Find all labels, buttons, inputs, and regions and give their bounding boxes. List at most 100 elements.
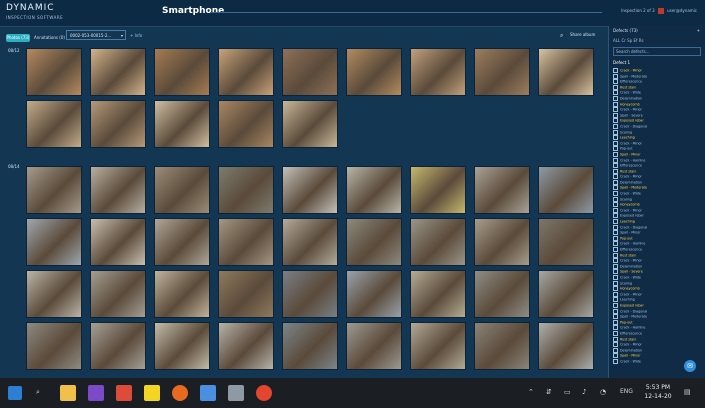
photo-thumbnail[interactable] <box>218 218 274 266</box>
photo-thumbnail[interactable] <box>410 48 466 96</box>
checkbox[interactable] <box>613 202 618 208</box>
checkbox[interactable] <box>613 219 618 225</box>
photo-thumbnail[interactable] <box>538 48 594 96</box>
chrome-icon[interactable] <box>116 385 132 401</box>
checkbox[interactable] <box>613 235 618 241</box>
photo-thumbnail[interactable] <box>474 322 530 370</box>
photo-thumbnail[interactable] <box>346 166 402 214</box>
photo-thumbnail[interactable] <box>218 100 274 148</box>
photo-thumbnail[interactable] <box>90 322 146 370</box>
alert-icon[interactable] <box>657 8 664 14</box>
checkbox[interactable] <box>613 107 618 113</box>
photo-thumbnail[interactable] <box>90 100 146 148</box>
chevron-up-icon[interactable]: ⌃ <box>528 388 534 396</box>
checkbox[interactable] <box>613 358 618 364</box>
checkbox[interactable] <box>613 230 618 236</box>
search-icon[interactable]: ⌕ <box>36 388 40 397</box>
speaker-icon[interactable]: ♪ <box>582 388 586 396</box>
photo-thumbnail[interactable] <box>282 166 338 214</box>
photo-thumbnail[interactable] <box>474 218 530 266</box>
checkbox[interactable] <box>613 319 618 325</box>
photo-thumbnail[interactable] <box>26 166 82 214</box>
add-icon[interactable]: + <box>697 28 700 33</box>
checkbox[interactable] <box>613 68 618 73</box>
battery-icon[interactable]: ▭ <box>564 388 571 396</box>
checkbox[interactable] <box>613 286 618 292</box>
checkbox[interactable] <box>613 146 618 152</box>
checkbox[interactable] <box>613 118 618 124</box>
media-icon[interactable] <box>256 385 272 401</box>
checkbox[interactable] <box>613 274 618 280</box>
photo-thumbnail[interactable] <box>26 218 82 266</box>
photo-thumbnail[interactable] <box>154 100 210 148</box>
photo-thumbnail[interactable] <box>538 166 594 214</box>
checkbox[interactable] <box>613 112 618 118</box>
checkbox[interactable] <box>613 196 618 202</box>
clock[interactable]: 5:53 PM 12-14-20 <box>640 383 676 401</box>
photo-thumbnail[interactable] <box>538 218 594 266</box>
photo-thumbnail[interactable] <box>154 322 210 370</box>
photo-thumbnail[interactable] <box>90 218 146 266</box>
checkbox[interactable] <box>613 123 618 129</box>
chat-button[interactable]: ✉ <box>684 360 696 372</box>
checkbox[interactable] <box>613 135 618 141</box>
firefox-icon[interactable] <box>172 385 188 401</box>
share-album-button[interactable]: Share album <box>570 32 595 37</box>
checkbox[interactable] <box>613 336 618 342</box>
photo-thumbnail[interactable] <box>154 48 210 96</box>
photo-thumbnail[interactable] <box>154 166 210 214</box>
photo-thumbnail[interactable] <box>154 270 210 318</box>
photo-thumbnail[interactable] <box>346 48 402 96</box>
checkbox[interactable] <box>613 179 618 185</box>
checkbox[interactable] <box>613 151 618 157</box>
checkbox[interactable] <box>613 302 618 308</box>
photo-thumbnail[interactable] <box>218 270 274 318</box>
photo-thumbnail[interactable] <box>90 48 146 96</box>
checkbox[interactable] <box>613 168 618 174</box>
photo-thumbnail[interactable] <box>218 48 274 96</box>
checkbox[interactable] <box>613 280 618 286</box>
photo-thumbnail[interactable] <box>474 166 530 214</box>
photo-thumbnail[interactable] <box>474 270 530 318</box>
photo-thumbnail[interactable] <box>90 166 146 214</box>
sticky-notes-icon[interactable] <box>144 385 160 401</box>
checkbox[interactable] <box>613 258 618 264</box>
annotations-tab[interactable]: Annotations (0) <box>34 34 65 42</box>
document-icon[interactable] <box>200 385 216 401</box>
photo-thumbnail[interactable] <box>282 270 338 318</box>
photo-thumbnail[interactable] <box>90 270 146 318</box>
photo-thumbnail[interactable] <box>538 322 594 370</box>
checkbox[interactable] <box>613 314 618 320</box>
photo-thumbnail[interactable] <box>218 322 274 370</box>
file-explorer-icon[interactable] <box>60 385 76 401</box>
checkbox[interactable] <box>613 163 618 169</box>
checkbox[interactable] <box>613 353 618 359</box>
photo-thumbnail[interactable] <box>218 166 274 214</box>
checkbox[interactable] <box>613 224 618 230</box>
checkbox[interactable] <box>613 330 618 336</box>
windows-start-icon[interactable] <box>8 386 22 400</box>
checkbox[interactable] <box>613 241 618 247</box>
wifi-icon[interactable]: ◔ <box>600 388 606 396</box>
checkbox[interactable] <box>613 269 618 275</box>
photo-thumbnail[interactable] <box>410 166 466 214</box>
photo-thumbnail[interactable] <box>154 218 210 266</box>
photos-tab[interactable]: Photos (73) <box>6 34 30 42</box>
photo-thumbnail[interactable] <box>346 270 402 318</box>
photo-thumbnail[interactable] <box>26 100 82 148</box>
photo-thumbnail[interactable] <box>410 218 466 266</box>
photo-thumbnail[interactable] <box>26 322 82 370</box>
checkbox[interactable] <box>613 79 618 85</box>
photo-thumbnail[interactable] <box>410 322 466 370</box>
photo-thumbnail[interactable] <box>474 48 530 96</box>
network-icon[interactable]: ⇵ <box>546 388 552 396</box>
onenote-icon[interactable] <box>88 385 104 401</box>
photo-thumbnail[interactable] <box>282 48 338 96</box>
checkbox[interactable] <box>613 291 618 297</box>
checkbox[interactable] <box>613 191 618 197</box>
photo-thumbnail[interactable] <box>538 270 594 318</box>
checkbox[interactable] <box>613 347 618 353</box>
photo-thumbnail[interactable] <box>410 270 466 318</box>
checkbox[interactable] <box>613 325 618 331</box>
photo-thumbnail[interactable] <box>282 322 338 370</box>
